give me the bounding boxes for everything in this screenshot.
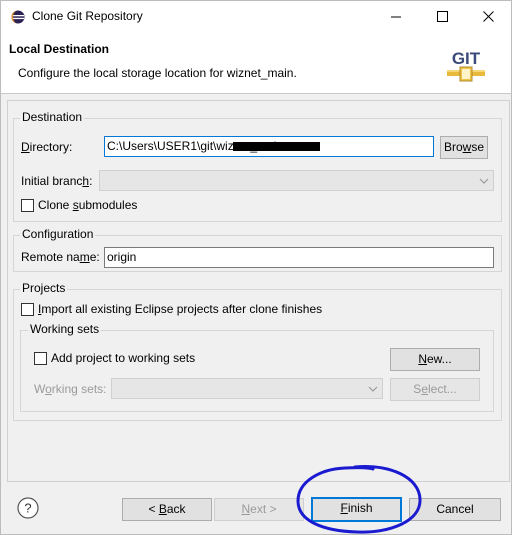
svg-text:GIT: GIT bbox=[452, 49, 481, 68]
add-to-working-sets-checkbox[interactable] bbox=[34, 352, 47, 365]
minimize-icon bbox=[390, 16, 401, 18]
import-projects-label: Import all existing Eclipse projects aft… bbox=[38, 302, 323, 316]
add-to-working-sets-label: Add project to working sets bbox=[51, 351, 196, 365]
eclipse-icon bbox=[11, 10, 25, 24]
chevron-down-icon bbox=[368, 386, 378, 392]
page-description: Configure the local storage location for… bbox=[18, 66, 297, 80]
clone-submodules-checkbox[interactable] bbox=[21, 199, 34, 212]
new-working-set-button[interactable]: New... bbox=[390, 348, 480, 371]
help-icon[interactable]: ? bbox=[17, 497, 39, 519]
minimize-button[interactable] bbox=[373, 1, 419, 32]
maximize-button[interactable] bbox=[419, 1, 465, 32]
maximize-icon bbox=[436, 11, 448, 22]
configuration-group-label: Configuration bbox=[20, 227, 96, 241]
window-title: Clone Git Repository bbox=[32, 9, 143, 23]
next-button[interactable]: Next > bbox=[214, 498, 304, 521]
wizard-header: Local Destination Configure the local st… bbox=[1, 32, 511, 94]
directory-label: Directory: bbox=[21, 140, 73, 154]
cancel-button[interactable]: Cancel bbox=[409, 498, 501, 521]
title-bar[interactable]: Clone Git Repository bbox=[1, 1, 511, 32]
clone-submodules-label: Clone submodules bbox=[38, 198, 138, 212]
initial-branch-label: Initial branch: bbox=[21, 174, 93, 188]
redaction-mark bbox=[233, 142, 320, 151]
working-sets-combo[interactable] bbox=[111, 378, 383, 399]
projects-group-label: Projects bbox=[20, 281, 68, 295]
select-working-sets-button[interactable]: Select... bbox=[390, 378, 480, 401]
clone-git-repository-dialog: Clone Git Repository Local Destination C… bbox=[0, 0, 512, 535]
import-projects-checkbox[interactable] bbox=[21, 303, 34, 316]
destination-group-label: Destination bbox=[20, 110, 85, 124]
working-sets-label: Working sets: bbox=[34, 382, 107, 396]
working-sets-group-label: Working sets bbox=[28, 322, 102, 336]
back-button[interactable]: < Back bbox=[122, 498, 212, 521]
chevron-down-icon bbox=[479, 178, 489, 184]
remote-name-label: Remote name: bbox=[21, 250, 100, 264]
browse-button[interactable]: Browse bbox=[440, 136, 488, 159]
close-icon bbox=[482, 11, 494, 22]
git-logo-icon: GIT bbox=[445, 45, 487, 87]
remote-name-input[interactable]: origin bbox=[104, 247, 494, 268]
close-button[interactable] bbox=[465, 1, 511, 32]
initial-branch-combo[interactable] bbox=[99, 170, 494, 191]
svg-text:?: ? bbox=[24, 501, 31, 516]
page-title: Local Destination bbox=[9, 42, 110, 56]
finish-button[interactable]: Finish bbox=[311, 497, 402, 522]
